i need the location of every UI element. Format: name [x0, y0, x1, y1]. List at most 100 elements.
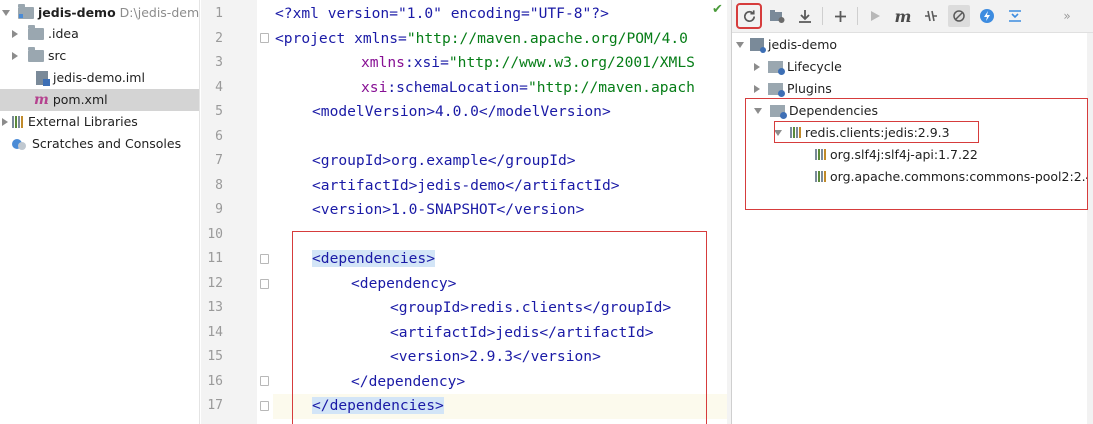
dependency-slf4j[interactable]: org.slf4j:slf4j-api:1.7.22 [815, 144, 978, 165]
toolbar-separator [822, 7, 823, 25]
run-maven-build-button[interactable] [864, 5, 886, 27]
module-folder-icon [18, 4, 34, 19]
code-line-8: <artifactId>jedis-demo</artifactId> [312, 174, 620, 199]
dependencies-open-tag: <dependencies> [312, 250, 436, 267]
lightning-icon [980, 9, 994, 23]
line-number: 17 [207, 398, 223, 413]
tree-item-label: pom.xml [52, 92, 108, 107]
line-number: 5 [215, 104, 223, 119]
xml-element: <artifactId>jedis-demo</artifactId> [312, 176, 620, 194]
folder-icon [28, 47, 44, 62]
attribute-name: xmlns= [345, 29, 407, 47]
attribute-name: :schemaLocation= [387, 78, 528, 96]
maven-node-label: Dependencies [789, 103, 878, 118]
fold-marker-icon[interactable] [260, 401, 269, 411]
toggle-offline-button[interactable] [920, 5, 942, 27]
xml-element: <groupId>org.example</groupId> [312, 152, 576, 169]
expand-arrow-icon[interactable] [754, 84, 760, 93]
tree-item-src[interactable]: src [12, 45, 66, 67]
inspection-ok-icon[interactable]: ✔ [712, 2, 723, 17]
code-line-15: <version>2.9.3</version> [390, 345, 601, 370]
add-maven-project-button[interactable] [829, 5, 851, 27]
tree-root-label: jedis-demo [38, 5, 116, 20]
code-line-16: </dependency> [351, 370, 465, 395]
maven-node-label: Plugins [787, 81, 832, 96]
maven-scrollbar[interactable] [1087, 33, 1093, 424]
attribute-name: :xsi= [404, 54, 449, 71]
dependency-label: redis.clients:jedis:2.9.3 [805, 125, 950, 140]
collapse-all-icon [1009, 10, 1021, 22]
xml-element: <dependency> [351, 274, 457, 292]
attribute-value: "http://maven.apach [527, 78, 695, 96]
offline-icon [925, 10, 937, 22]
library-icon [815, 171, 826, 182]
expand-arrow-icon[interactable] [754, 62, 760, 71]
fold-marker-icon[interactable] [260, 254, 269, 264]
download-sources-button[interactable] [794, 5, 816, 27]
iml-file-icon [36, 71, 50, 86]
tree-item-idea[interactable]: .idea [12, 23, 79, 45]
collapse-arrow-icon[interactable] [2, 10, 10, 16]
library-icon [790, 127, 801, 138]
dependencies-close-tag: </dependencies> [312, 397, 444, 414]
line-number: 14 [207, 324, 223, 340]
line-number: 4 [215, 79, 223, 95]
tree-item-label: src [48, 48, 67, 63]
project-tree-panel: jedis-demo D:\jedis-demo .idea src jedis… [0, 0, 200, 424]
tree-item-pom[interactable]: m pom.xml [0, 89, 199, 111]
line-number: 11 [207, 251, 223, 266]
fold-marker-icon[interactable] [260, 376, 269, 386]
reload-maven-button[interactable] [736, 3, 762, 29]
xml-declaration: <?xml version="1.0" encoding="UTF-8"?> [275, 5, 609, 22]
dependencies-folder-icon [770, 104, 787, 119]
maven-plugins-node[interactable]: Plugins [754, 78, 832, 99]
collapse-arrow-icon[interactable] [774, 129, 782, 136]
collapse-all-button[interactable] [1004, 5, 1026, 27]
skip-tests-icon [953, 10, 965, 22]
line-number: 8 [215, 177, 223, 193]
code-line-4: xsi:schemaLocation="http://maven.apach [361, 76, 695, 101]
tree-external-libraries[interactable]: External Libraries [2, 111, 138, 133]
collapse-arrow-icon[interactable] [754, 107, 762, 114]
tree-item-label: jedis-demo.iml [53, 70, 145, 85]
tree-item-label: .idea [48, 26, 79, 41]
dependency-commons-pool[interactable]: org.apache.commons:commons-pool2:2.4.3 [815, 166, 1093, 187]
maven-lifecycle-node[interactable]: Lifecycle [754, 56, 842, 77]
code-line-9: <version>1.0-SNAPSHOT</version> [312, 198, 584, 223]
collapse-arrow-icon[interactable] [736, 41, 744, 48]
tree-root-path: D:\jedis-demo [119, 5, 200, 20]
xml-element: <artifactId>jedis</artifactId> [390, 323, 654, 341]
dependency-label: org.apache.commons:commons-pool2:2.4.3 [830, 169, 1093, 184]
folder-gear-icon [770, 10, 785, 23]
line-number: 2 [215, 30, 223, 46]
generate-sources-button[interactable] [766, 5, 788, 27]
maven-dependencies-node[interactable]: Dependencies [754, 100, 878, 121]
expand-arrow-icon[interactable] [12, 52, 18, 60]
code-editor[interactable]: <?xml version="1.0" encoding="UTF-8"?> <… [273, 0, 727, 424]
show-dependencies-button[interactable] [976, 5, 998, 27]
dependency-jedis[interactable]: redis.clients:jedis:2.9.3 [774, 122, 950, 143]
expand-arrow-icon[interactable] [2, 118, 8, 126]
line-number: 6 [215, 128, 223, 144]
line-number: 16 [207, 373, 223, 389]
code-line-3: xmlns:xsi="http://www.w3.org/2001/XMLS [361, 51, 695, 76]
more-actions-button[interactable]: » [1056, 5, 1078, 27]
tree-root-jedis-demo[interactable]: jedis-demo D:\jedis-demo [2, 2, 200, 24]
maven-file-icon: m [34, 92, 49, 108]
tree-scratches[interactable]: Scratches and Consoles [12, 133, 181, 155]
fold-marker-icon[interactable] [260, 33, 269, 43]
xml-element: <version>2.9.3</version> [390, 348, 601, 365]
download-icon [799, 10, 811, 23]
tree-item-iml[interactable]: jedis-demo.iml [36, 67, 145, 89]
project-open-tag: <project [275, 29, 346, 47]
line-number: 10 [207, 226, 223, 242]
fold-gutter [257, 0, 273, 424]
expand-arrow-icon[interactable] [12, 30, 18, 38]
code-line-13: <groupId>redis.clients</groupId> [390, 296, 671, 321]
execute-maven-goal-button[interactable]: m [892, 5, 914, 27]
reload-icon [743, 9, 755, 22]
maven-root-node[interactable]: jedis-demo [736, 34, 837, 55]
tree-item-label: External Libraries [28, 114, 138, 129]
fold-marker-icon[interactable] [260, 279, 269, 289]
skip-tests-button[interactable] [948, 5, 970, 27]
